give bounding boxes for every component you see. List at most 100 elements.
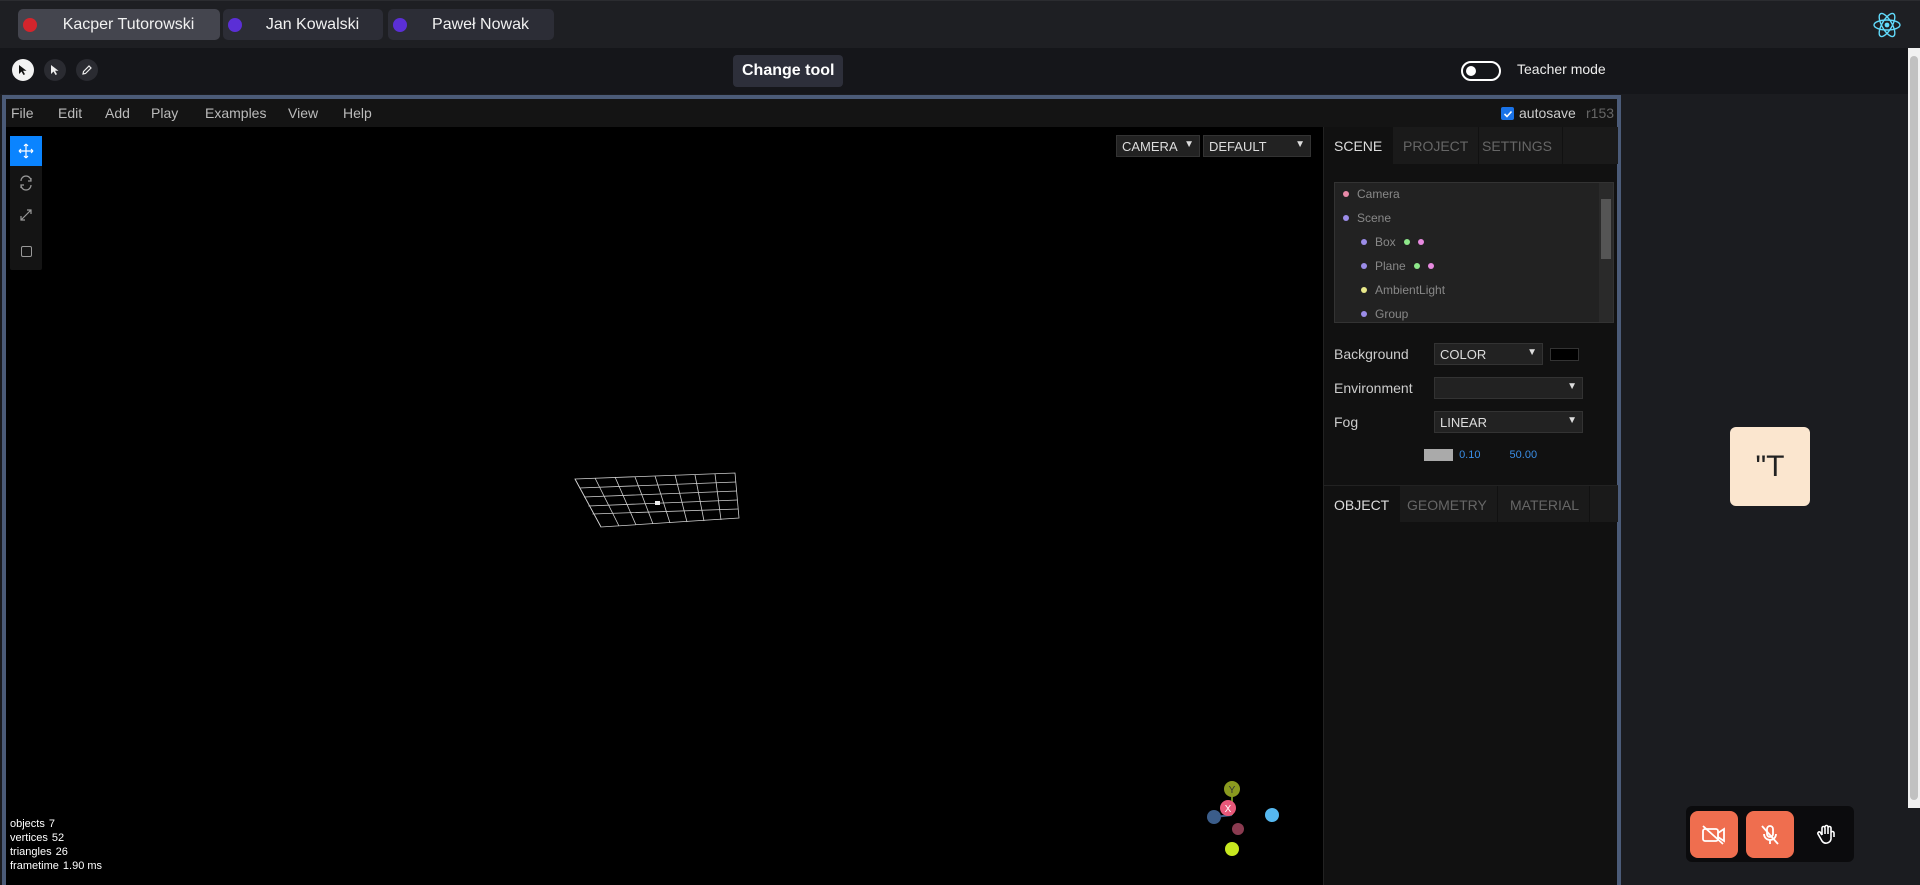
- sidebar-tabs: SCENE PROJECT SETTINGS: [1324, 127, 1618, 164]
- tab-scene[interactable]: SCENE: [1324, 127, 1394, 164]
- page-scrollbar[interactable]: [1908, 48, 1920, 808]
- teacher-mode-toggle[interactable]: [1461, 61, 1501, 81]
- geometry-dot: [1403, 239, 1410, 245]
- gizmo-neg-y-axis[interactable]: [1232, 823, 1244, 835]
- outliner-scrollbar[interactable]: [1599, 183, 1613, 322]
- outliner-item-box[interactable]: Box: [1361, 233, 1424, 251]
- participant-avatar-card: "T: [1730, 427, 1810, 506]
- checkbox-icon: [20, 245, 32, 257]
- participant-tab-kacper[interactable]: Kacper Tutorowski: [18, 9, 220, 40]
- raise-hand-icon: [1817, 824, 1835, 844]
- environment-row: Environment ▼: [1334, 377, 1583, 399]
- status-dot: [393, 17, 407, 32]
- menu-examples[interactable]: Examples: [205, 105, 266, 121]
- tab-settings[interactable]: SETTINGS: [1472, 127, 1564, 164]
- participant-name: Jan Kowalski: [265, 15, 360, 33]
- shading-select-value: DEFAULT: [1209, 138, 1267, 154]
- camera-select-value: CAMERA: [1122, 138, 1178, 154]
- participant-name: Paweł Nowak: [432, 15, 529, 33]
- threejs-editor-frame: File Edit Add Play Examples View Help au…: [2, 95, 1621, 885]
- background-row: Background COLOR ▼: [1334, 343, 1579, 365]
- material-dot: [1417, 239, 1424, 245]
- camera-off-icon: [1702, 824, 1725, 845]
- select-tool-button[interactable]: [44, 59, 66, 81]
- translate-tool-button[interactable]: [10, 136, 42, 166]
- pencil-icon: [82, 65, 92, 75]
- background-select[interactable]: COLOR ▼: [1434, 343, 1543, 365]
- toggle-knob: [1466, 66, 1476, 76]
- gizmo-neg-x-axis[interactable]: [1207, 810, 1221, 824]
- move-icon: [18, 143, 34, 159]
- outliner-item-label: Camera: [1357, 187, 1400, 201]
- geometry-dot: [1413, 263, 1420, 269]
- participant-tab-jan[interactable]: Jan Kowalski: [223, 9, 383, 40]
- vertices-count: 52: [51, 832, 65, 844]
- mic-off-icon: [1761, 824, 1779, 845]
- menu-help[interactable]: Help: [343, 105, 372, 121]
- outliner-item-label: AmbientLight: [1375, 283, 1446, 297]
- scene-outliner[interactable]: Camera Scene Box Plane AmbientLight Grou…: [1334, 182, 1614, 323]
- editor-sidebar: SCENE PROJECT SETTINGS Camera Scene Box …: [1323, 127, 1618, 885]
- pointer-tool-button[interactable]: [12, 59, 34, 81]
- camera-select[interactable]: CAMERA ▼: [1116, 135, 1200, 157]
- rotate-icon: [20, 175, 32, 191]
- tab-object[interactable]: OBJECT: [1324, 486, 1401, 523]
- object-dot: [1343, 191, 1349, 197]
- menu-edit[interactable]: Edit: [58, 105, 82, 121]
- autosave-checkbox[interactable]: [1501, 107, 1514, 120]
- properties-tabs: OBJECT GEOMETRY MATERIAL: [1324, 485, 1618, 523]
- objects-label: objects: [10, 818, 45, 830]
- change-tool-button[interactable]: Change tool: [733, 55, 844, 87]
- menu-play[interactable]: Play: [151, 105, 178, 121]
- objects-count: 7: [48, 818, 55, 830]
- chevron-down-icon: ▼: [1567, 381, 1577, 392]
- mic-toggle-button[interactable]: [1746, 811, 1794, 858]
- environment-select[interactable]: ▼: [1434, 377, 1583, 399]
- fog-select[interactable]: LINEAR ▼: [1434, 411, 1583, 433]
- outliner-item-scene[interactable]: Scene: [1343, 209, 1391, 227]
- scrollbar-thumb[interactable]: [1910, 56, 1918, 800]
- menu-view[interactable]: View: [288, 105, 318, 121]
- fog-color-swatch[interactable]: [1424, 449, 1453, 462]
- selected-object-marker: [655, 501, 660, 505]
- axis-gizmo[interactable]: Y X: [1206, 777, 1298, 857]
- tab-geometry[interactable]: GEOMETRY: [1397, 486, 1498, 523]
- local-space-toggle[interactable]: [10, 236, 42, 266]
- revision-label: r153: [1586, 105, 1615, 121]
- menu-file[interactable]: File: [11, 105, 34, 121]
- environment-label: Environment: [1334, 380, 1413, 396]
- shading-select[interactable]: DEFAULT ▼: [1203, 135, 1311, 157]
- camera-toggle-button[interactable]: [1690, 811, 1738, 858]
- fog-near-input[interactable]: 0.10: [1459, 449, 1480, 461]
- menu-add[interactable]: Add: [105, 105, 130, 121]
- vertices-label: vertices: [10, 832, 48, 844]
- raise-hand-button[interactable]: [1802, 811, 1850, 858]
- status-dot: [228, 17, 242, 32]
- pen-tool-button[interactable]: [76, 59, 98, 81]
- rotate-tool-button[interactable]: [10, 168, 42, 198]
- outliner-item-ambientlight[interactable]: AmbientLight: [1361, 281, 1445, 299]
- fog-far-input[interactable]: 50.00: [1510, 449, 1538, 461]
- outliner-item-camera[interactable]: Camera: [1343, 185, 1400, 203]
- outliner-item-label: Group: [1375, 307, 1409, 321]
- tool-row: Change tool Teacher mode: [0, 48, 1920, 94]
- menu-bar: File Edit Add Play Examples View Help au…: [6, 99, 1617, 127]
- check-icon: [1503, 110, 1512, 118]
- object-dot: [1361, 263, 1367, 269]
- participant-tab-pawel[interactable]: Paweł Nowak: [388, 9, 554, 40]
- gizmo-neg-z-axis[interactable]: [1225, 842, 1239, 856]
- call-controls: [1686, 806, 1854, 862]
- gizmo-z-axis[interactable]: [1265, 808, 1279, 822]
- triangles-label: triangles: [10, 846, 52, 858]
- tab-material[interactable]: MATERIAL: [1500, 486, 1590, 523]
- fog-label: Fog: [1334, 414, 1359, 430]
- outliner-item-group[interactable]: Group: [1361, 305, 1409, 322]
- viewport[interactable]: CAMERA ▼ DEFAULT ▼ Y X objects 7 vertice…: [6, 127, 1323, 885]
- background-label: Background: [1334, 346, 1409, 362]
- tab-project[interactable]: PROJECT: [1393, 127, 1480, 164]
- scrollbar-thumb[interactable]: [1601, 199, 1611, 259]
- background-color-swatch[interactable]: [1550, 348, 1579, 361]
- scale-tool-button[interactable]: [10, 200, 42, 230]
- outliner-item-plane[interactable]: Plane: [1361, 257, 1434, 275]
- teacher-mode-label: Teacher mode: [1517, 61, 1606, 77]
